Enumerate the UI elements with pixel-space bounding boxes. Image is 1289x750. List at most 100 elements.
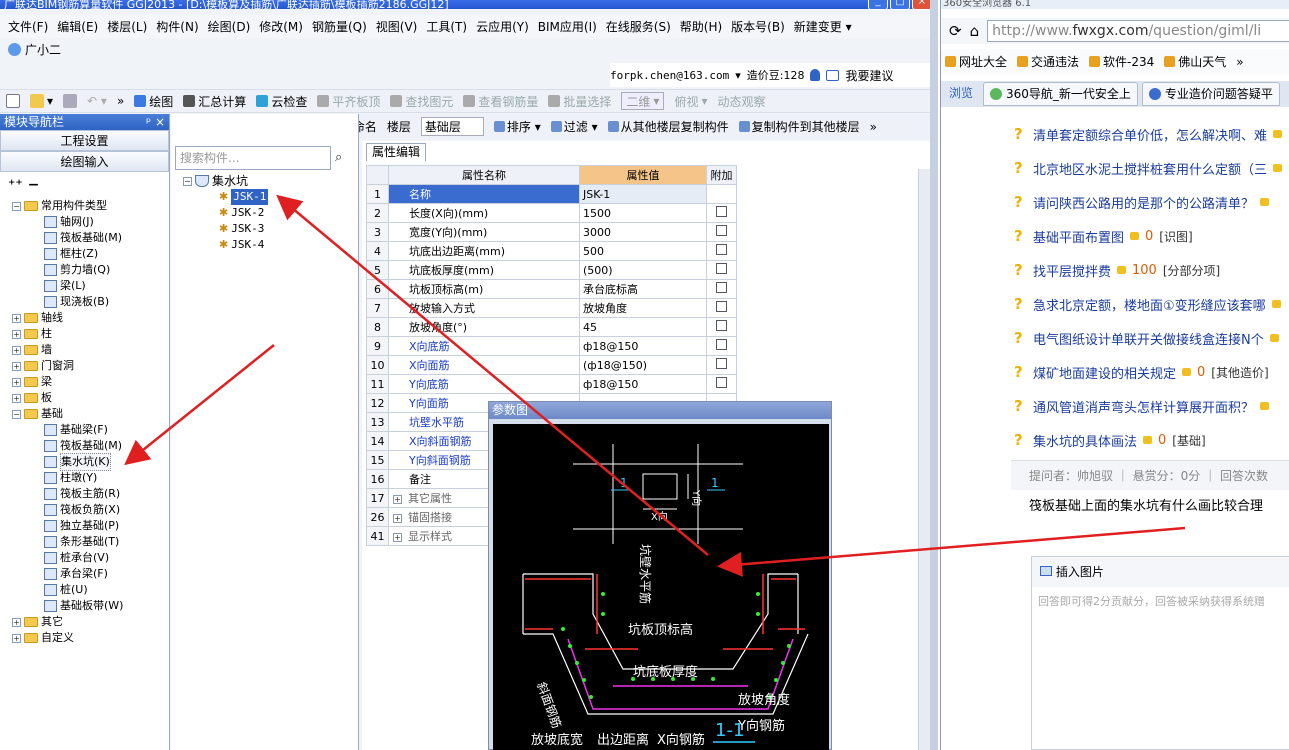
answer-editor[interactable]: 插入图片 回答即可得2分贡献分，回答被采纳获得系统赠 (1031, 556, 1289, 750)
expand-icon[interactable]: + (393, 514, 402, 523)
comp-toolbar-item[interactable]: 过滤 ▾ (550, 118, 598, 135)
comp-list-item[interactable]: ✱ JSK-2 (219, 205, 264, 221)
home-icon[interactable]: ⌂ (970, 22, 980, 40)
prop-value[interactable]: 3000 (579, 222, 707, 242)
menu-item[interactable]: 帮助(H) (680, 18, 722, 35)
nav-tree-item[interactable]: 剪力墙(Q) (44, 262, 110, 278)
nav-tree-item[interactable]: 筏板基础(M) (44, 230, 122, 246)
nav-tree-item[interactable]: + 板 (12, 390, 52, 406)
extra-checkbox[interactable] (716, 377, 727, 388)
suggest-icon[interactable] (826, 69, 840, 81)
question-category[interactable]: [识图] (1159, 228, 1192, 245)
prop-value[interactable]: 500 (579, 241, 707, 261)
search-input[interactable]: 搜索构件... (175, 146, 331, 170)
property-row[interactable]: 10 X向面筋 (ф18@150) (366, 355, 737, 375)
nav-tree-item[interactable]: 梁(L) (44, 278, 86, 294)
prop-value[interactable]: 45 (579, 317, 707, 337)
nav-tree-item[interactable]: 框柱(Z) (44, 246, 98, 262)
expand-all-icon[interactable]: ⁺⁺ (8, 177, 23, 193)
toolbar-button[interactable]: 查找图元 (390, 93, 453, 110)
new-file-icon[interactable] (6, 94, 20, 108)
prop-value[interactable]: ф18@150 (579, 374, 707, 394)
property-row[interactable]: 4 坑底出边距离(mm) 500 (366, 241, 737, 261)
extra-checkbox[interactable] (716, 339, 727, 350)
pin-close-icons[interactable]: ᵖ × (146, 114, 165, 130)
close-button[interactable]: × (912, 0, 932, 10)
nav-tree-item[interactable]: 筏板基础(M) (44, 438, 122, 454)
nav-tree-item[interactable]: − 常用构件类型 (12, 198, 107, 214)
nav-tree-item[interactable]: 条形基础(T) (44, 534, 119, 550)
question-link[interactable]: 煤矿地面建设的相关规定 (1033, 363, 1176, 382)
toolbar-button[interactable]: 查看钢筋量 (463, 93, 538, 110)
undo-icon[interactable]: ↶ ▾ (87, 94, 107, 108)
comp-toolbar-item[interactable]: 排序 ▾ (493, 118, 541, 135)
prop-value[interactable]: 1500 (579, 203, 707, 223)
save-icon[interactable] (63, 94, 78, 108)
search-icon[interactable]: ⌕ (335, 150, 342, 165)
nav-tree-item[interactable]: + 自定义 (12, 630, 74, 646)
extra-checkbox[interactable] (716, 301, 727, 312)
minimize-button[interactable]: _ (868, 0, 888, 10)
nav-tree-item[interactable]: + 柱 (12, 326, 52, 342)
question-link[interactable]: 请问陕西公路用的是那个的公路清单？ (1033, 193, 1254, 212)
nav-tree-item[interactable]: 独立基础(P) (44, 518, 119, 534)
dropdown-icon[interactable]: ▾ (735, 69, 741, 82)
extra-checkbox[interactable] (716, 263, 727, 274)
prop-value[interactable]: 承台底标高 (579, 279, 707, 299)
menu-item[interactable]: 版本号(B) (731, 18, 785, 35)
collapse-all-icon[interactable]: − (28, 177, 40, 193)
comp-toolbar-item[interactable]: 楼层 (387, 118, 411, 135)
nav-tree-item[interactable]: + 其它 (12, 614, 63, 630)
menu-item[interactable]: 云应用(Y) (476, 18, 529, 35)
dynamic-view-button[interactable]: 动态观察 (717, 93, 765, 110)
browser-tab[interactable]: 360导航_新一代安全上 (983, 82, 1138, 106)
toolbar-button[interactable]: 云检查 (256, 93, 307, 110)
nav-tree-item[interactable]: + 墙 (12, 342, 52, 358)
comp-toolbar-item[interactable]: 从其他楼层复制构件 (607, 118, 729, 135)
menu-item[interactable]: 楼层(L) (107, 18, 147, 35)
bell-icon[interactable] (810, 69, 821, 81)
nav-tree-item[interactable]: 桩(U) (44, 582, 88, 598)
toolbar-button[interactable]: 批量选择 (548, 93, 611, 110)
url-input[interactable]: http://www.fwxgx.com/question/giml/li (987, 20, 1289, 42)
comp-list-item[interactable]: ✱ JSK-4 (219, 237, 264, 253)
comp-toolbar-item[interactable]: 基础层 (420, 117, 484, 136)
toolbar-button[interactable]: 汇总计算 (183, 93, 246, 110)
question-link[interactable]: 基础平面布置图 (1033, 227, 1124, 246)
expand-icon[interactable]: + (393, 533, 402, 542)
collapse-icon[interactable]: − (12, 201, 21, 211)
comp-root[interactable]: − 集水坑 (183, 173, 248, 189)
view-mode-select[interactable]: 二维 ▾ (621, 92, 665, 110)
property-row[interactable]: 1 名称 JSK-1 (366, 184, 737, 204)
menu-item[interactable]: 修改(M) (259, 18, 303, 35)
question-category[interactable]: [其他造价] (1211, 364, 1268, 381)
collapse-icon[interactable]: − (12, 409, 21, 419)
property-row[interactable]: 7 放坡输入方式 放坡角度 (366, 298, 737, 318)
question-link[interactable]: 急求北京定额，楼地面①变形缝应该套哪 (1033, 295, 1266, 314)
prop-value[interactable]: JSK-1 (579, 184, 707, 204)
extra-checkbox[interactable] (716, 320, 727, 331)
extra-checkbox[interactable] (716, 358, 727, 369)
menu-item[interactable]: 钢筋量(Q) (312, 18, 367, 35)
open-file-icon[interactable]: ▾ (30, 94, 53, 108)
property-row[interactable]: 8 放坡角度(°) 45 (366, 317, 737, 337)
answer-textarea[interactable]: 回答即可得2分贡献分，回答被采纳获得系统赠 (1032, 587, 1289, 615)
comp-list-item[interactable]: ✱ JSK-1 (219, 189, 269, 205)
nav-tree-item[interactable]: 基础板带(W) (44, 598, 123, 614)
property-row[interactable]: 11 Y向底筋 ф18@150 (366, 374, 737, 394)
nav-tree-item[interactable]: + 门窗洞 (12, 358, 74, 374)
toolbar-button[interactable]: 绘图 (134, 93, 173, 110)
assistant-icon[interactable] (8, 42, 21, 56)
more-icon[interactable]: » (870, 120, 877, 134)
collapse-icon[interactable]: − (183, 176, 192, 186)
expand-icon[interactable]: + (12, 329, 21, 339)
question-link[interactable]: 通风管道消声弯头怎样计算展开面积？ (1033, 397, 1254, 416)
prop-value[interactable]: (ф18@150) (579, 355, 707, 375)
nav-tree-item[interactable]: + 梁 (12, 374, 52, 390)
menu-item[interactable]: 工具(T) (426, 18, 467, 35)
tab-property-edit[interactable]: 属性编辑 (366, 143, 426, 161)
nav-tree-item[interactable]: 承台梁(F) (44, 566, 108, 582)
expand-icon[interactable]: + (12, 393, 21, 403)
comp-toolbar-item[interactable]: 复制构件到其他楼层 (738, 118, 860, 135)
menu-item[interactable]: 新建变更 ▾ (794, 18, 852, 35)
